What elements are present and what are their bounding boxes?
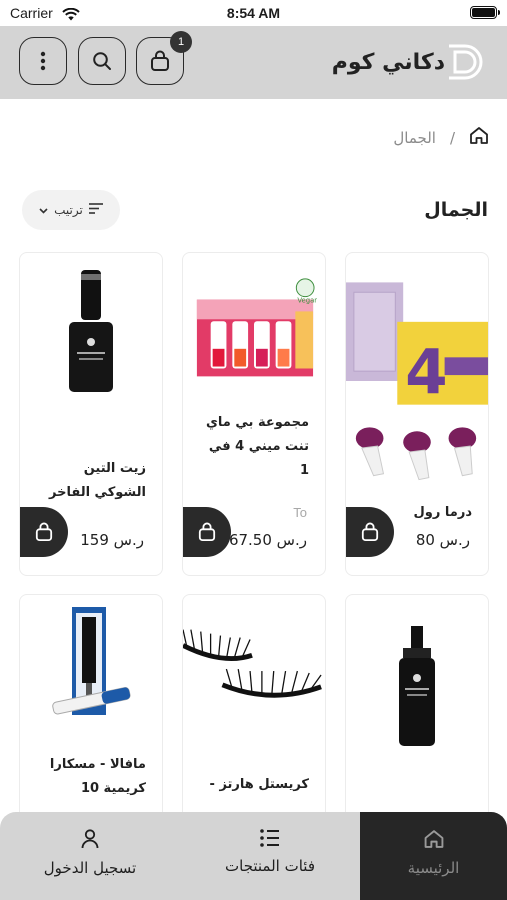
breadcrumb: / الجمال (393, 126, 489, 149)
home-icon (424, 830, 443, 848)
user-icon (81, 829, 99, 849)
product-name: مجموعة بي ماي تنت ميني 4 في 1 (206, 415, 309, 478)
shopping-bag-icon (35, 522, 53, 541)
nav-categories-label: فئات المنتجات (225, 857, 315, 875)
add-to-cart-button[interactable] (346, 507, 394, 557)
vegan-badge: Vegan (297, 297, 317, 305)
nav-login[interactable]: تسجيل الدخول (0, 812, 180, 900)
cart-count-badge: 1 (170, 31, 192, 53)
product-card[interactable]: 4 درما رول 80 ر.س (345, 252, 489, 576)
product-card[interactable]: زيت التين الشوكي الفاخر 159 ر.س (19, 252, 163, 576)
more-menu-button[interactable] (19, 37, 67, 85)
product-image (354, 615, 480, 755)
list-icon (260, 829, 279, 847)
sort-button[interactable]: ترتيب (22, 190, 120, 230)
product-image (28, 261, 154, 409)
add-to-cart-button[interactable] (20, 507, 68, 557)
product-name: مافالا - مسكارا كريمية 10 (49, 757, 146, 796)
product-price: 159 ر.س (80, 531, 144, 549)
sort-lines-icon (88, 203, 103, 217)
page-title: الجمال (424, 199, 488, 221)
product-card[interactable] (345, 594, 489, 824)
add-to-cart-button[interactable] (183, 507, 231, 557)
product-price: 67.50 ر.س (228, 531, 307, 549)
product-name: زيت التين الشوكي الفاخر (49, 461, 146, 500)
shopping-bag-icon (198, 522, 216, 541)
nav-home[interactable]: الرئيسية (360, 812, 507, 900)
bottom-navigation: الرئيسية فئات المنتجات تسجيل الدخول (0, 812, 507, 900)
product-image (183, 615, 325, 735)
brand-name: دكاني كوم (331, 49, 445, 75)
status-bar: Carrier 8:54 AM (0, 0, 507, 26)
more-vertical-icon (40, 51, 46, 71)
chevron-down-icon (39, 203, 48, 217)
breadcrumb-separator: / (449, 128, 455, 147)
clock: 8:54 AM (226, 5, 281, 21)
battery-icon (470, 6, 500, 19)
product-image (28, 601, 154, 735)
shopping-bag-icon (151, 50, 169, 71)
product-image: 4 (346, 281, 488, 481)
product-old-price: To (293, 505, 307, 520)
cart-button[interactable]: 1 (136, 31, 192, 85)
breadcrumb-current: الجمال (393, 128, 436, 147)
brand-logo[interactable]: دكاني كوم (326, 42, 487, 82)
product-card[interactable]: كريستل هارتز - (182, 594, 326, 824)
nav-home-label: الرئيسية (407, 859, 460, 877)
product-name: كريستل هارتز - (209, 777, 309, 792)
sort-label: ترتيب (54, 203, 83, 217)
shopping-bag-icon (361, 522, 379, 541)
product-price: 80 ر.س (415, 531, 470, 549)
product-card[interactable]: Vegan مجموعة بي ماي تنت ميني 4 في 1 To 6… (182, 252, 326, 576)
home-icon[interactable] (469, 126, 489, 149)
product-card[interactable]: مافالا - مسكارا كريمية 10 (19, 594, 163, 824)
nav-categories[interactable]: فئات المنتجات (180, 812, 360, 900)
search-icon (93, 52, 111, 70)
brand-d-logo-icon (449, 44, 483, 80)
app-header: 1 دكاني كوم (0, 26, 507, 99)
search-button[interactable] (78, 37, 126, 85)
product-image: Vegan (191, 263, 317, 411)
nav-login-label: تسجيل الدخول (43, 859, 137, 877)
svg-text:4: 4 (405, 337, 448, 408)
